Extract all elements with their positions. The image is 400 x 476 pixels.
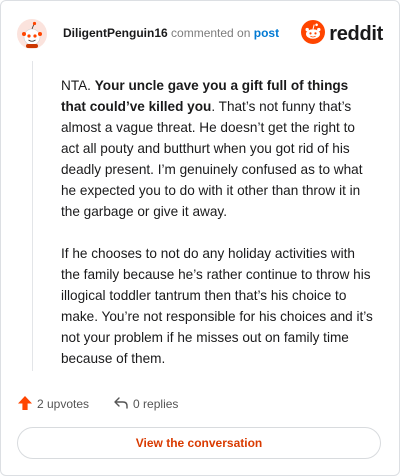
view-conversation-button[interactable]: View the conversation [17, 427, 381, 459]
upvote-arrow-icon [17, 395, 33, 414]
username[interactable]: DiligentPenguin16 [63, 26, 168, 40]
comment-paragraph-2: If he chooses to not do any holiday acti… [61, 246, 373, 366]
comment-paragraph-1: NTA. Your uncle gave you a gift full of … [61, 75, 373, 222]
reply-arrow-icon [113, 395, 129, 414]
reply-count: 0 replies [133, 397, 179, 411]
reddit-logo-icon [301, 19, 326, 49]
reddit-wordmark: reddit [329, 22, 383, 45]
post-link[interactable]: post [254, 26, 279, 40]
upvote-button[interactable]: 2 upvotes [17, 395, 89, 414]
comment-card: DiligentPenguin16 commented on post redd… [0, 0, 400, 476]
comment-text: . That’s not funny that’s almost a vague… [61, 99, 363, 219]
reddit-logo[interactable]: reddit [301, 19, 383, 49]
comment-body: NTA. Your uncle gave you a gift full of … [61, 75, 373, 390]
comment-header: DiligentPenguin16 commented on post redd… [17, 19, 383, 49]
snoo-avatar-icon[interactable] [17, 19, 47, 49]
comment-footer: 2 upvotes 0 replies [17, 394, 202, 414]
comment-meta: DiligentPenguin16 commented on post [63, 26, 279, 40]
action-text: commented on [171, 26, 251, 40]
comment-prefix: NTA. [61, 78, 95, 93]
upvote-count: 2 upvotes [37, 397, 90, 411]
thread-line [32, 61, 33, 371]
reply-button[interactable]: 0 replies [113, 395, 178, 414]
